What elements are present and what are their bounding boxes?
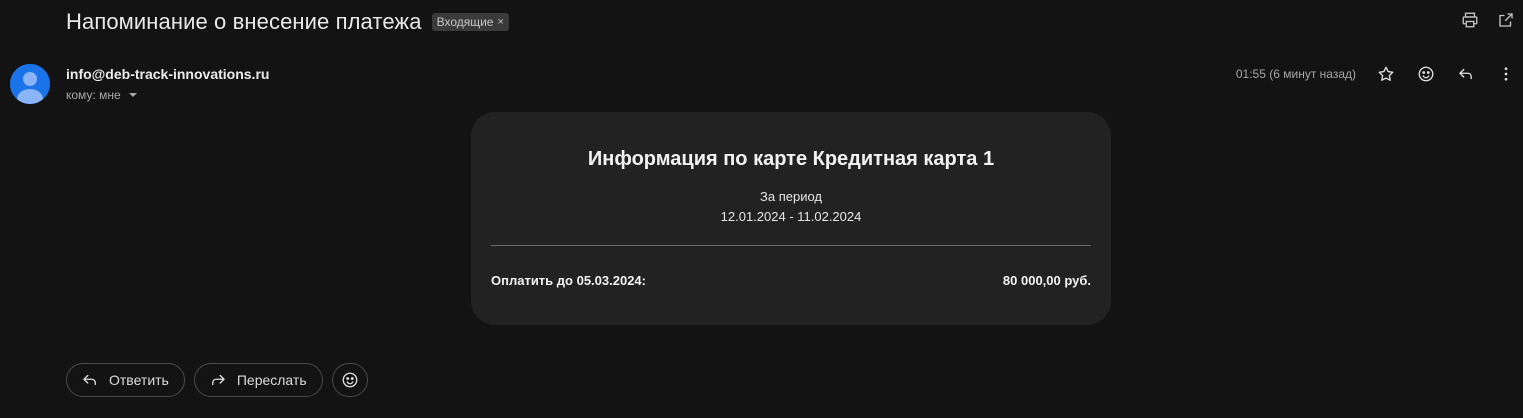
label-chip-inbox: Входящие ×: [431, 13, 509, 31]
forward-icon: [211, 374, 225, 386]
top-actions: [1461, 11, 1515, 29]
period-label: За период: [760, 189, 822, 204]
message-time: 01:55 (6 минут назад): [1235, 67, 1356, 81]
period-value: 12.01.2024 - 11.02.2024: [720, 209, 862, 224]
card-title: Информация по карте Кредитная карта 1: [587, 148, 995, 170]
divider: [491, 245, 1091, 246]
recipient-line: кому: мне: [66, 88, 137, 102]
message-actions: [1377, 65, 1515, 83]
reply-button[interactable]: Ответить: [66, 363, 185, 397]
remove-label-button[interactable]: ×: [497, 16, 503, 28]
chevron-down-icon[interactable]: [128, 93, 137, 97]
star-icon[interactable]: [1377, 65, 1395, 83]
forward-button[interactable]: Переслать: [193, 363, 323, 397]
reply-button-label: Ответить: [109, 372, 169, 388]
emoji-icon: [342, 372, 358, 388]
label-chip-text: Входящие: [436, 15, 494, 29]
pay-amount: 80 000,00 руб.: [1002, 273, 1091, 288]
emoji-icon[interactable]: [1417, 65, 1435, 83]
avatar[interactable]: [10, 64, 50, 104]
reply-icon[interactable]: [1457, 65, 1475, 83]
print-icon[interactable]: [1461, 11, 1479, 29]
reply-icon: [83, 374, 96, 386]
bottom-actions: Ответить Переслать: [66, 363, 368, 397]
recipient-text: кому: мне: [66, 88, 121, 102]
pay-due-label: Оплатить до 05.03.2024:: [491, 273, 646, 288]
more-vert-icon[interactable]: [1497, 65, 1515, 83]
email-subject: Напоминание о внесение платежа: [66, 9, 422, 34]
forward-button-label: Переслать: [236, 372, 307, 388]
emoji-reaction-button[interactable]: [331, 363, 368, 397]
subject-row: Напоминание о внесение платежа Входящие …: [66, 8, 509, 36]
sender-email[interactable]: info@deb-track-innovations.ru: [66, 66, 269, 82]
open-in-new-icon[interactable]: [1497, 11, 1515, 29]
card-info-panel: Информация по карте Кредитная карта 1 За…: [471, 112, 1111, 325]
